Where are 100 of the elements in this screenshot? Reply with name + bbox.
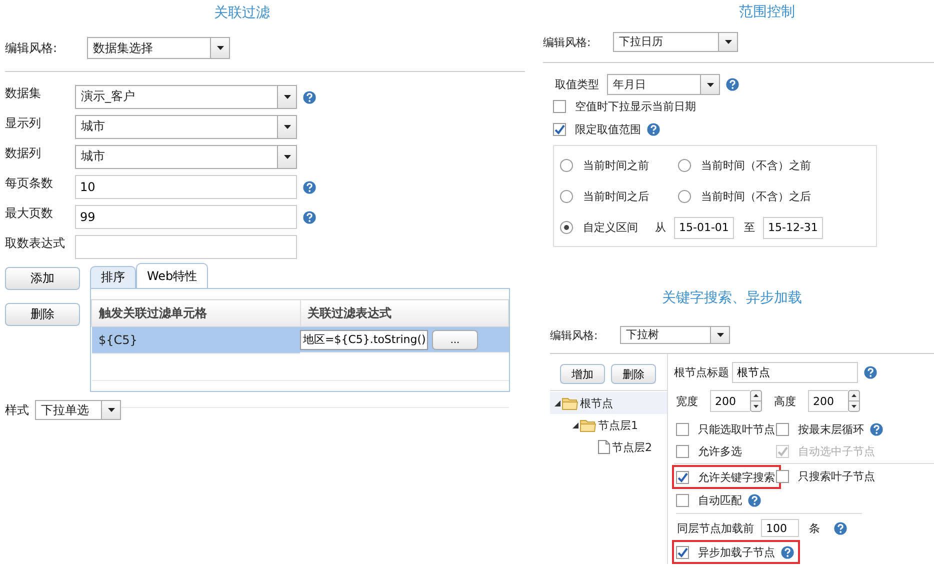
checkmark-icon — [554, 124, 565, 135]
column-header: 触发关联过滤单元格 — [92, 300, 300, 326]
folder-icon — [580, 418, 596, 432]
checkbox[interactable] — [676, 444, 689, 458]
radio-label: 当前时间之前 — [583, 158, 649, 173]
text-field[interactable]: 根节点 — [732, 362, 858, 382]
field-label: 每页条数 — [5, 175, 54, 192]
field-label: 根节点标题 — [674, 364, 730, 380]
button[interactable]: 添加 — [5, 267, 80, 290]
expression-field[interactable]: 地区=${C5}.toString() — [300, 330, 428, 350]
checkbox-label: 只搜索叶子节点 — [798, 468, 875, 484]
section-title: 关键字搜索、异步加载 — [661, 289, 803, 308]
checkbox-label: 按最末层循环 — [798, 422, 864, 436]
caret-icon — [706, 82, 714, 88]
field-label: 显示列 — [5, 115, 42, 132]
checkbox-label: 允许关键字搜索 — [698, 470, 775, 484]
button[interactable]: 删除 — [611, 364, 656, 384]
section-title: 范围控制 — [738, 3, 796, 20]
help-icon — [726, 78, 739, 91]
field-label: 数据集 — [5, 85, 42, 102]
table-cell: ${C5} — [92, 326, 300, 353]
caret-icon — [106, 407, 116, 413]
field-label: 编辑风格: — [550, 328, 599, 342]
field-label: 数据列 — [5, 145, 42, 162]
dropdown[interactable]: 城市 — [75, 115, 297, 139]
checkbox[interactable] — [553, 123, 566, 136]
dropdown[interactable]: 下拉单选 — [35, 400, 121, 420]
checkbox[interactable] — [676, 422, 689, 436]
table-row[interactable]: ${C5} 地区=${C5}.toString() ... — [92, 326, 508, 353]
field-label: 高度 — [773, 394, 797, 408]
field-label: 编辑风格: — [5, 40, 58, 56]
checkbox[interactable] — [676, 546, 689, 558]
field-label: 取值类型 — [555, 77, 600, 92]
button[interactable]: 增加 — [560, 364, 605, 384]
tree-item[interactable]: 节点层1 — [550, 414, 667, 436]
field-label: 取数表达式 — [5, 235, 66, 252]
tab[interactable]: Web特性 — [136, 263, 208, 288]
dropdown[interactable]: 数据集选择 — [87, 37, 230, 59]
field-label: 从 — [655, 220, 666, 235]
checkbox-label: 自动选中子节点 — [798, 444, 875, 458]
text-field[interactable]: 200 — [710, 390, 750, 412]
file-icon — [598, 440, 610, 454]
help-icon — [834, 522, 847, 534]
radio-button[interactable] — [560, 190, 573, 203]
spinner-arrows-icon — [750, 390, 762, 412]
field-label: 条 — [809, 520, 820, 536]
spinner-arrows-icon — [848, 390, 860, 412]
field-label: 至 — [744, 220, 755, 235]
checkbox[interactable] — [553, 100, 566, 113]
text-field[interactable]: 10 — [75, 175, 297, 199]
caret-icon — [216, 45, 224, 51]
radio-label: 当前时间之后 — [583, 189, 649, 204]
radio-button[interactable] — [560, 221, 573, 234]
caret-icon — [716, 332, 724, 338]
checkbox[interactable] — [676, 470, 689, 484]
checkbox[interactable] — [776, 422, 789, 436]
folder-icon — [562, 396, 578, 410]
field-label: 编辑风格: — [543, 34, 592, 50]
checkmark-icon — [677, 546, 688, 558]
dropdown[interactable]: 年月日 — [607, 74, 720, 95]
radio-label: 自定义区间 — [583, 220, 639, 235]
tab[interactable]: 排序 — [90, 266, 136, 288]
checkbox-label: 异步加载子节点 — [698, 544, 775, 560]
field-label: 最大页数 — [5, 205, 54, 222]
radio-button[interactable] — [678, 159, 691, 172]
dropdown[interactable]: 城市 — [75, 145, 297, 169]
caret-icon — [282, 94, 292, 100]
field-label: 同层节点加载前 — [676, 520, 755, 536]
dropdown[interactable]: 下拉日历 — [613, 32, 738, 52]
radio-label: 当前时间（不含）之前 — [701, 158, 811, 173]
radio-button[interactable] — [560, 159, 573, 172]
text-field[interactable]: 15-01-01 — [674, 216, 734, 238]
tree-item[interactable]: 根节点 — [550, 392, 667, 414]
checkmark-icon — [677, 472, 688, 482]
column-header: 关联过滤表达式 — [300, 300, 508, 326]
caret-icon — [724, 39, 732, 45]
text-field[interactable]: 15-12-31 — [763, 216, 823, 238]
help-icon — [864, 366, 877, 378]
text-field[interactable]: 200 — [808, 390, 848, 412]
checkbox-label: 允许多选 — [698, 444, 742, 458]
field-label: 宽度 — [675, 394, 699, 408]
checkbox-label: 只能选取叶节点 — [698, 422, 775, 436]
section-title: 关联过滤 — [213, 4, 271, 23]
tree-item[interactable]: 节点层2 — [550, 436, 667, 458]
dropdown[interactable]: 下拉树 — [620, 326, 730, 344]
checkbox-label: 空值时下拉显示当前日期 — [575, 99, 696, 114]
button[interactable]: 删除 — [5, 303, 80, 326]
field-label: 样式 — [5, 402, 30, 418]
radio-label: 当前时间（不含）之后 — [701, 189, 811, 204]
text-field[interactable]: 99 — [75, 205, 297, 229]
caret-icon — [282, 154, 292, 160]
dropdown[interactable]: 演示_客户 — [75, 85, 297, 109]
text-field[interactable]: 100 — [761, 519, 799, 537]
text-field[interactable] — [75, 235, 297, 259]
caret-icon — [282, 124, 292, 130]
checkbox[interactable] — [676, 494, 689, 506]
checkbox-label: 限定取值范围 — [575, 122, 641, 137]
checkbox[interactable] — [776, 470, 789, 482]
ellipsis-button[interactable]: ... — [432, 330, 478, 350]
radio-button[interactable] — [678, 190, 691, 203]
